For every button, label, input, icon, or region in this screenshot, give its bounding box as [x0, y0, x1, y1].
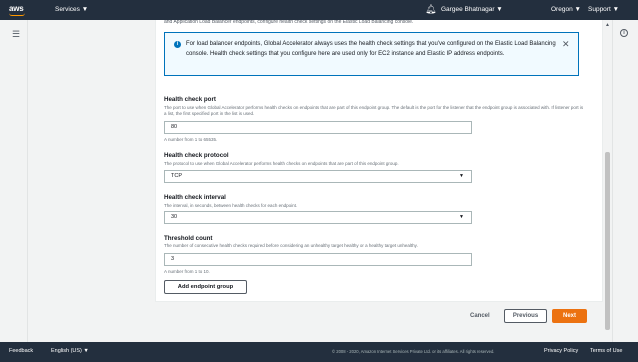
- health-check-protocol-label: Health check protocol: [164, 152, 229, 159]
- caret-down-icon: ▼: [459, 214, 464, 220]
- info-icon[interactable]: i: [620, 29, 628, 37]
- health-check-port-label: Health check port: [164, 96, 216, 103]
- copyright-text: © 2008 - 2020, Amazon Internet Services …: [332, 349, 495, 354]
- health-check-port-hint: A number from 1 to 65535.: [164, 137, 218, 142]
- right-help-rail: [612, 20, 638, 342]
- bell-icon[interactable]: 🔔︎: [425, 4, 436, 15]
- threshold-count-description: The number of consecutive health checks …: [164, 243, 418, 248]
- health-check-protocol-select[interactable]: TCP ▼: [164, 170, 472, 183]
- terms-of-use-link[interactable]: Terms of Use: [590, 348, 622, 354]
- top-navigation-bar: aws Services ▼ 🔔︎ Gargee Bhatnagar ▼ Ore…: [0, 0, 638, 20]
- language-selector[interactable]: English (US) ▼: [51, 348, 89, 354]
- threshold-count-input[interactable]: 3: [164, 253, 472, 266]
- threshold-count-value: 3: [171, 256, 175, 262]
- aws-logo[interactable]: aws: [9, 4, 24, 13]
- previous-button[interactable]: Previous: [504, 309, 547, 323]
- region-menu[interactable]: Oregon ▼: [551, 6, 581, 13]
- support-menu[interactable]: Support ▼: [588, 6, 619, 13]
- health-check-interval-value: 30: [171, 214, 178, 220]
- threshold-count-hint: A number from 1 to 10.: [164, 269, 210, 274]
- aws-logo-smile-icon: [9, 13, 25, 16]
- scroll-up-arrow-icon[interactable]: ▲: [605, 22, 610, 28]
- cancel-button[interactable]: Cancel: [470, 313, 490, 319]
- add-endpoint-group-button[interactable]: Add endpoint group: [164, 280, 247, 294]
- info-alert-text: For load balancer endpoints, Global Acce…: [186, 41, 556, 57]
- health-check-port-input[interactable]: 80: [164, 121, 472, 134]
- threshold-count-label: Threshold count: [164, 235, 213, 242]
- info-alert: i For load balancer endpoints, Global Ac…: [164, 32, 579, 76]
- next-button[interactable]: Next: [552, 309, 587, 323]
- services-menu[interactable]: Services ▼: [55, 6, 88, 13]
- health-check-interval-select[interactable]: 30 ▼: [164, 211, 472, 224]
- scrollbar-thumb[interactable]: [605, 152, 610, 330]
- close-icon[interactable]: ✕: [562, 39, 570, 50]
- health-check-interval-description: The interval, in seconds, between health…: [164, 203, 298, 208]
- footer-bar: Feedback English (US) ▼ © 2008 - 2020, A…: [0, 342, 638, 362]
- hamburger-menu-icon[interactable]: ☰: [12, 29, 20, 40]
- health-check-port-description: The port to use when Global Accelerator …: [164, 105, 584, 116]
- privacy-policy-link[interactable]: Privacy Policy: [544, 348, 578, 354]
- health-check-protocol-value: TCP: [171, 173, 182, 179]
- account-menu[interactable]: Gargee Bhatnagar ▼: [441, 6, 503, 13]
- left-navigation-rail: [0, 20, 28, 342]
- health-check-port-value: 80: [171, 124, 178, 130]
- info-circle-icon: i: [174, 41, 181, 48]
- health-check-interval-label: Health check interval: [164, 194, 226, 201]
- caret-down-icon: ▼: [459, 173, 464, 179]
- panel-intro-text: and Application Load Balancer endpoints,…: [164, 20, 414, 25]
- feedback-link[interactable]: Feedback: [9, 348, 33, 354]
- health-check-protocol-description: The protocol to use when Global Accelera…: [164, 161, 399, 166]
